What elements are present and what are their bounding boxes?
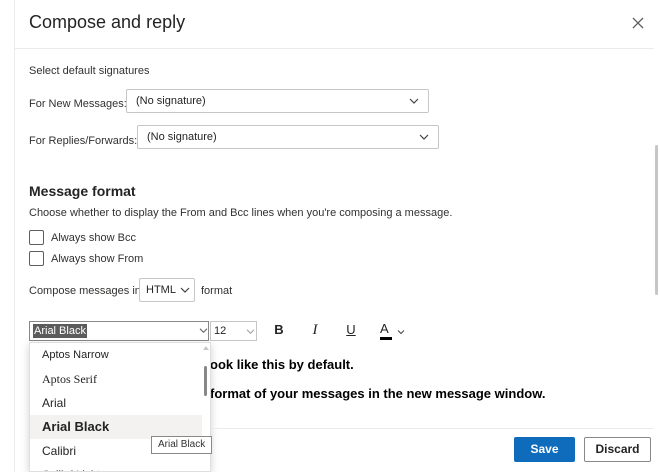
format-select[interactable]: HTML: [139, 278, 195, 302]
font-family-input[interactable]: Arial Black: [29, 321, 209, 341]
font-option-arial[interactable]: Arial: [30, 391, 202, 415]
compose-reply-dialog: Compose and reply Select default signatu…: [0, 0, 660, 472]
chevron-down-icon[interactable]: [199, 327, 208, 334]
font-option-calibri-light[interactable]: Calibri Light: [30, 463, 202, 471]
underline-button[interactable]: U: [341, 322, 361, 340]
bold-button[interactable]: B: [269, 322, 289, 340]
preview-line-1: ook like this by default.: [210, 357, 354, 372]
new-messages-signature-select[interactable]: (No signature): [126, 89, 429, 113]
dropdown-scroll-thumb[interactable]: [204, 366, 207, 396]
page-scroll-thumb[interactable]: [655, 145, 658, 295]
font-tooltip: Arial Black: [151, 436, 213, 454]
chevron-down-icon: [409, 98, 419, 104]
signatures-heading: Select default signatures: [29, 65, 150, 77]
always-show-from-checkbox[interactable]: [29, 251, 44, 266]
footer-divider: [211, 428, 654, 429]
font-size-input[interactable]: 12: [210, 321, 257, 341]
font-color-swatch: [380, 337, 392, 340]
close-icon[interactable]: [630, 15, 646, 31]
chevron-down-icon: [397, 330, 405, 335]
new-messages-label: For New Messages:: [29, 98, 127, 110]
compose-in-label: Compose messages in: [29, 285, 141, 297]
always-show-from-label: Always show From: [51, 253, 144, 265]
font-size-value: 12: [214, 325, 227, 337]
discard-button[interactable]: Discard: [584, 437, 651, 462]
dialog-left-border: [14, 0, 15, 472]
replies-signature-value: (No signature): [147, 131, 217, 143]
replies-label: For Replies/Forwards:: [29, 135, 138, 147]
chevron-down-icon: [246, 329, 255, 334]
scroll-up-icon[interactable]: [202, 345, 210, 351]
italic-button[interactable]: I: [305, 322, 325, 340]
font-color-glyph: A: [380, 321, 389, 336]
preview-line-2: format of your messages in the new messa…: [210, 386, 546, 401]
font-family-value: Arial Black: [33, 324, 87, 338]
chevron-down-icon: [419, 134, 429, 140]
font-option-aptos-serif[interactable]: Aptos Serif: [30, 367, 202, 391]
header-divider: [14, 48, 654, 49]
format-value: HTML: [146, 284, 176, 296]
always-show-bcc-label: Always show Bcc: [51, 232, 136, 244]
font-color-button[interactable]: A: [377, 321, 407, 340]
dialog-title: Compose and reply: [29, 12, 186, 32]
save-button[interactable]: Save: [514, 437, 575, 462]
new-messages-signature-value: (No signature): [136, 95, 206, 107]
message-format-description: Choose whether to display the From and B…: [29, 207, 453, 219]
always-show-bcc-checkbox[interactable]: [29, 230, 44, 245]
format-suffix: format: [201, 285, 233, 297]
font-option-aptos-narrow[interactable]: Aptos Narrow: [30, 343, 202, 367]
replies-signature-select[interactable]: (No signature): [137, 125, 439, 149]
chevron-down-icon: [180, 287, 190, 293]
message-format-title: Message format: [29, 183, 136, 199]
